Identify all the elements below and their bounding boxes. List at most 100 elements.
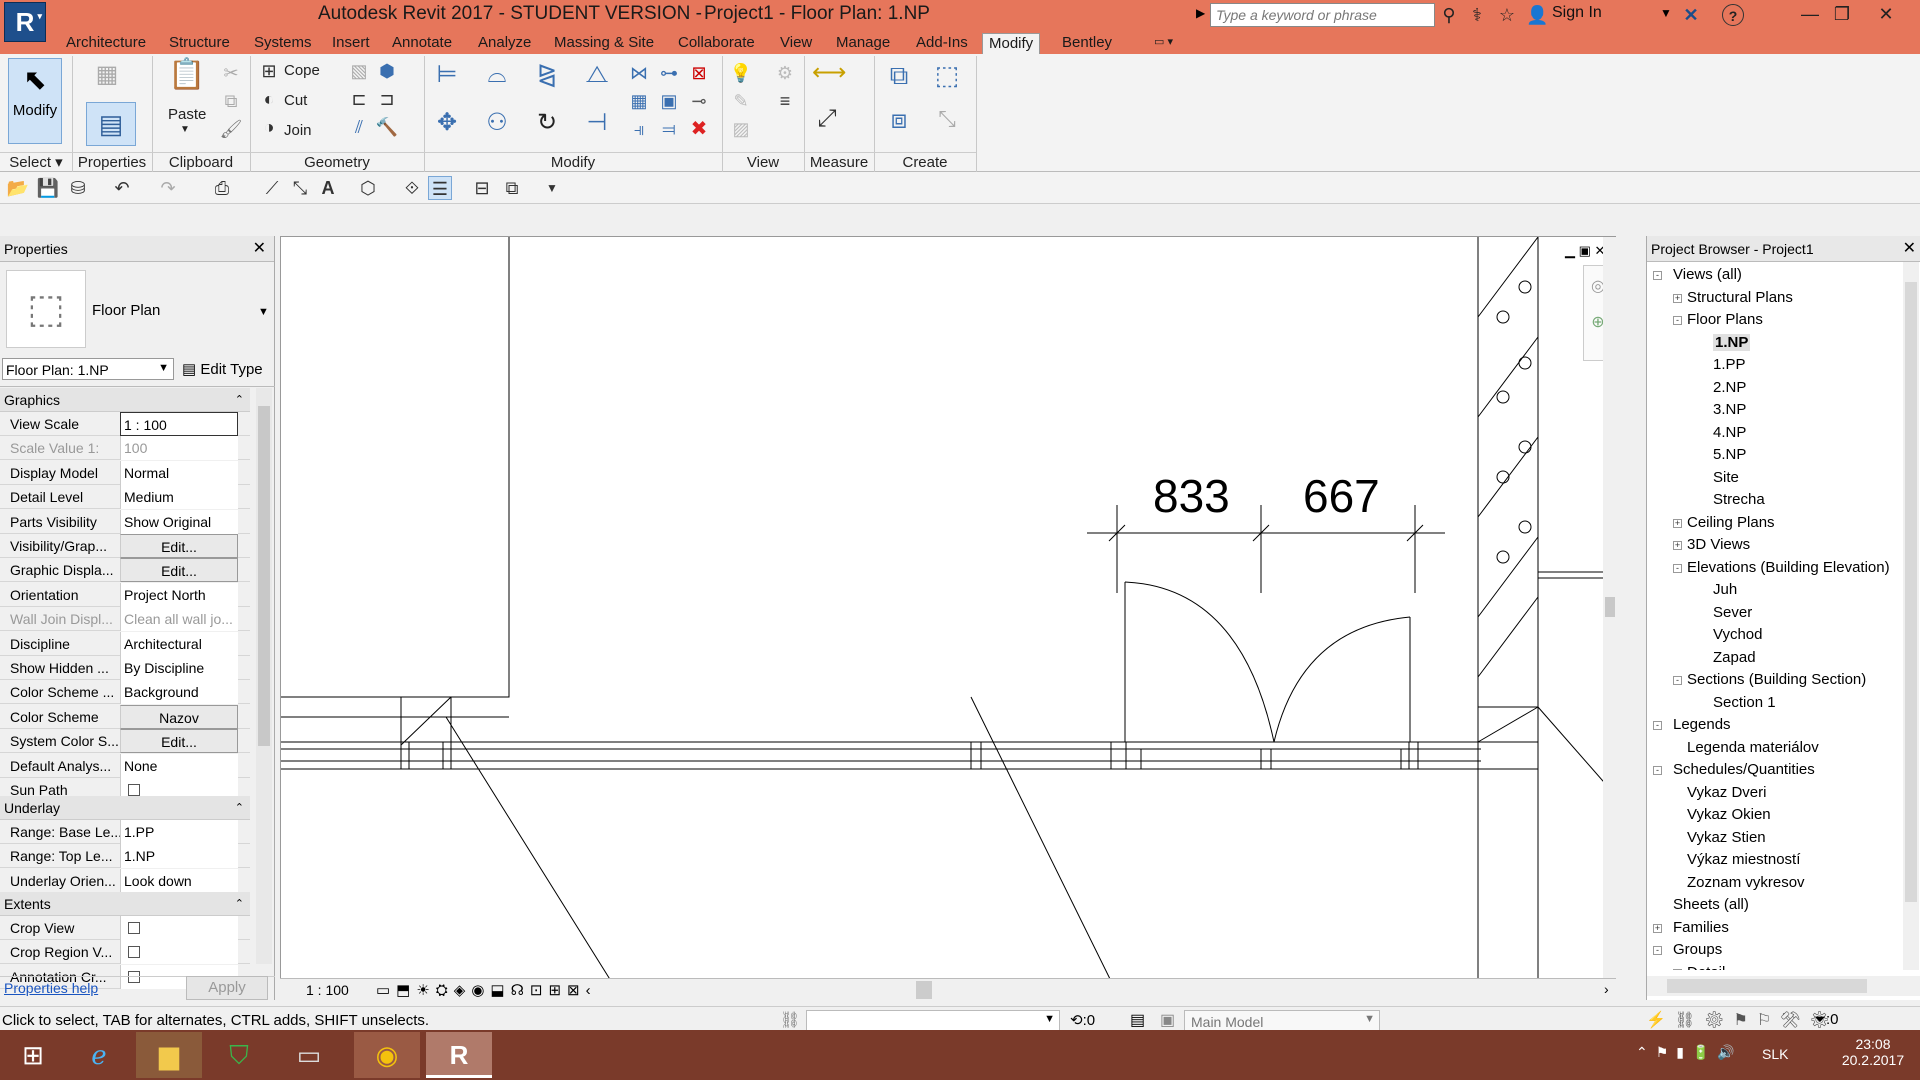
tab-architecture[interactable]: Architecture <box>60 33 152 54</box>
split-face-icon[interactable]: ▧ <box>344 56 374 86</box>
property-row[interactable]: Default Analys... None <box>0 753 250 778</box>
tab-systems[interactable]: Systems <box>248 33 318 54</box>
wall-joins-icon[interactable]: ⊏ <box>344 84 374 114</box>
close-icon[interactable]: ✕ <box>253 236 266 262</box>
checkbox[interactable] <box>128 784 140 796</box>
switch-windows-icon[interactable]: ⧉ <box>500 176 524 200</box>
create-group-icon[interactable]: ⧈ <box>884 104 914 134</box>
create-parts-icon[interactable]: ⬚ <box>932 60 962 90</box>
property-value[interactable] <box>120 940 238 965</box>
chevron-down-icon[interactable]: ▼ <box>180 124 190 135</box>
property-value[interactable]: Edit... <box>120 729 238 754</box>
property-value[interactable]: Edit... <box>120 558 238 583</box>
design-options-icon[interactable]: ▤ <box>1130 1010 1145 1030</box>
browser-item[interactable]: Sections (Building Section) <box>1687 671 1866 688</box>
view-minimize-icon[interactable]: ▁ ▣ ✕ <box>1565 243 1605 259</box>
tree-toggle[interactable]: - <box>1673 968 1682 970</box>
sync-icon[interactable]: ⛁ <box>66 176 90 200</box>
workset-icon[interactable]: ⛓ <box>780 1010 800 1030</box>
language-indicator[interactable]: SLK <box>1762 1046 1788 1062</box>
browser-item[interactable]: 1.NP <box>1713 333 1751 351</box>
property-row[interactable]: Crop View <box>0 916 250 940</box>
browser-item[interactable]: Schedules/Quantities <box>1673 761 1815 778</box>
open-icon[interactable]: 📂 <box>6 176 30 200</box>
property-row[interactable]: Color Scheme ... Background <box>0 680 250 705</box>
browser-item[interactable]: Detail <box>1687 964 1725 971</box>
close-button[interactable]: ✕ <box>1866 0 1906 28</box>
binoculars-icon[interactable]: ⚲ <box>1438 4 1460 26</box>
property-value[interactable]: 100 <box>120 436 238 461</box>
property-row[interactable]: Wall Join Displ... Clean all wall jo... <box>0 607 250 632</box>
create-assembly-icon[interactable]: ⧉ <box>884 60 914 90</box>
property-row[interactable]: Detail Level Medium <box>0 485 250 510</box>
beam-join-icon[interactable]: ⊐ <box>372 84 402 114</box>
selection-filter-icons[interactable]: ⚡⛓⚙⚑⚐⚒⚙ <box>1646 1010 1839 1030</box>
unpin-icon[interactable]: ⊠ <box>684 58 714 88</box>
modify-tool-button[interactable]: ⬉ Modify <box>8 58 62 144</box>
canvas-horizontal-scrollbar-thumb[interactable] <box>916 981 932 999</box>
tree-toggle[interactable]: - <box>1653 721 1662 730</box>
array-icon[interactable]: ▦ <box>624 86 654 116</box>
browser-horizontal-scrollbar[interactable] <box>1647 976 1920 996</box>
filter-icon[interactable]: ▨ <box>726 114 756 144</box>
text-icon[interactable]: A <box>316 176 340 200</box>
browser-item[interactable]: 2.NP <box>1713 379 1746 396</box>
browser-vertical-scrollbar[interactable] <box>1903 262 1919 970</box>
tree-toggle[interactable]: - <box>1673 316 1682 325</box>
browser-item[interactable]: Výkaz miestností <box>1687 851 1800 868</box>
dimension-label-1[interactable]: 833 <box>1153 469 1230 523</box>
lenovo-icon[interactable]: ▭ <box>276 1032 342 1078</box>
store-icon[interactable]: ⛉ <box>206 1032 272 1078</box>
extents-section[interactable]: Extents ⌃ <box>0 892 250 916</box>
cope-icon[interactable]: ⊞ <box>254 56 284 86</box>
browser-item[interactable]: Site <box>1713 469 1739 486</box>
property-value[interactable]: Show Original <box>120 509 238 534</box>
clipboard-icon[interactable]: 📋 <box>168 60 205 90</box>
join-icon[interactable]: ◑ <box>254 112 284 142</box>
property-value[interactable]: 1 : 100 <box>120 412 238 436</box>
browser-item[interactable]: Families <box>1673 919 1729 936</box>
property-value[interactable]: Architectural <box>120 631 238 656</box>
tree-toggle[interactable]: - <box>1673 563 1682 573</box>
chrome-icon[interactable]: ◉ <box>354 1032 420 1078</box>
design-option-selector[interactable]: Main Model ▼ <box>1184 1010 1380 1032</box>
revit-icon[interactable]: R <box>426 1032 492 1078</box>
create-similar-icon[interactable]: ⤡ <box>932 104 962 134</box>
cut-label[interactable]: Cut <box>284 92 307 109</box>
property-row[interactable]: Discipline Architectural <box>0 631 250 656</box>
tab-insert[interactable]: Insert <box>326 33 376 54</box>
browser-item[interactable]: Elevations (Building Elevation) <box>1687 559 1890 576</box>
browser-item[interactable]: Structural Plans <box>1687 289 1793 306</box>
browser-item[interactable]: Zapad <box>1713 649 1756 666</box>
property-value[interactable]: Medium <box>120 485 238 510</box>
browser-item[interactable]: 1.PP <box>1713 356 1746 373</box>
join-label[interactable]: Join <box>284 122 312 139</box>
align-icon[interactable]: ⊨ <box>432 60 462 90</box>
move-icon[interactable]: ✥ <box>432 108 462 138</box>
copy-element-icon[interactable]: ⚇ <box>482 108 512 138</box>
property-row[interactable]: View Scale 1 : 100 <box>0 412 250 436</box>
browser-item[interactable]: Vykaz Okien <box>1687 806 1771 823</box>
browser-item[interactable]: 3D Views <box>1687 536 1750 553</box>
tab-bentley[interactable]: Bentley <box>1056 33 1118 54</box>
instance-selector[interactable]: Floor Plan: 1.NP ▼ <box>2 358 174 380</box>
aligned-dimension-qat-icon[interactable]: ⤡ <box>288 176 312 200</box>
tray-icons[interactable]: ⌃⚑▮🔋🔊 <box>1636 1044 1743 1061</box>
tree-toggle[interactable]: - <box>1653 271 1662 280</box>
edit-type-button[interactable]: ▤ Edit Type <box>180 358 265 380</box>
user-icon[interactable]: 👤 <box>1526 4 1548 26</box>
thin-lines-qat-icon[interactable]: ☰ <box>428 176 452 200</box>
exchange-icon[interactable]: ✕ <box>1680 4 1702 26</box>
checkbox[interactable] <box>128 922 140 934</box>
file-explorer-icon[interactable]: ▆ <box>136 1032 202 1078</box>
property-row[interactable]: Color Scheme Nazov <box>0 704 250 729</box>
property-row[interactable]: Range: Top Le... 1.NP <box>0 844 250 869</box>
browser-item[interactable]: Vychod <box>1713 626 1762 643</box>
play-icon[interactable]: ▶ <box>1196 6 1205 20</box>
star-icon[interactable]: ☆ <box>1496 4 1518 26</box>
properties-scrollbar[interactable] <box>256 388 272 964</box>
property-value[interactable]: Normal <box>120 460 238 485</box>
paste-label[interactable]: Paste <box>168 106 206 123</box>
canvas-vertical-scrollbar[interactable] <box>1603 237 1617 981</box>
property-value[interactable]: Look down <box>120 868 238 893</box>
